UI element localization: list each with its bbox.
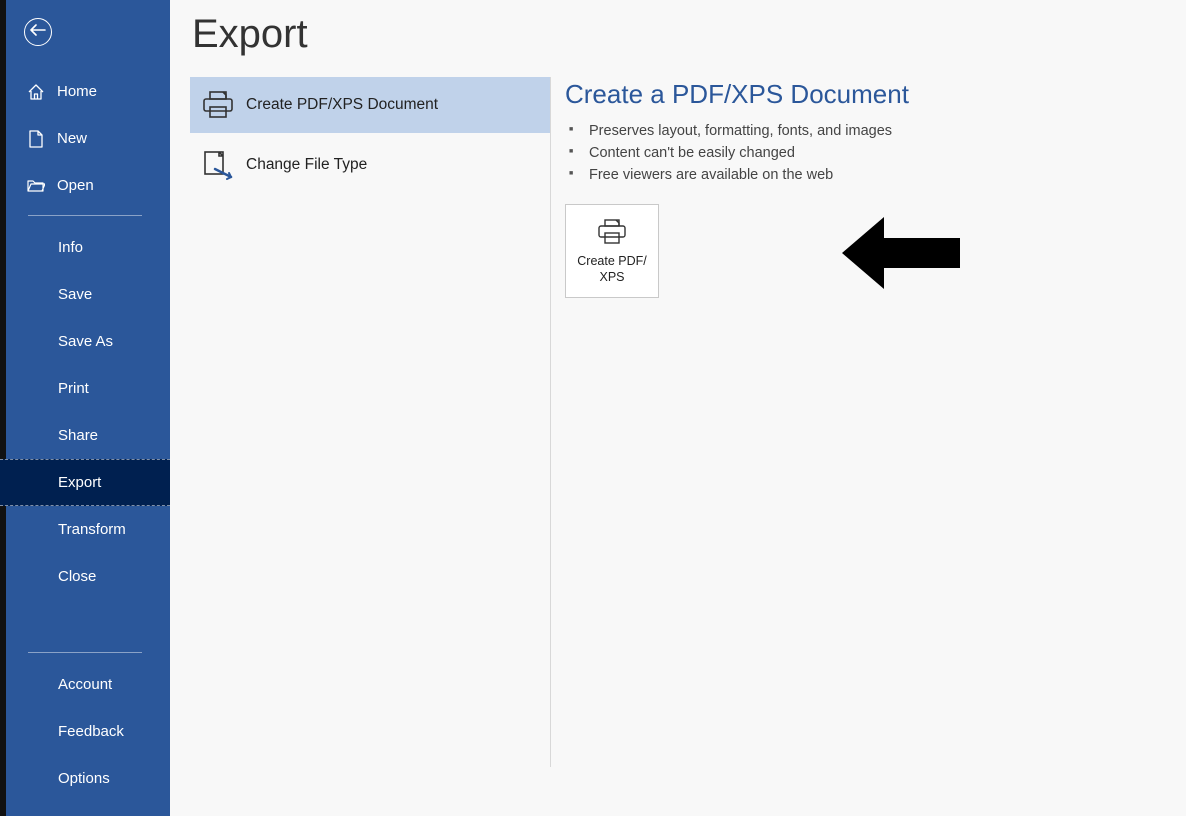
sidebar-item-account[interactable]: Account (0, 661, 170, 708)
sidebar-item-label: Print (58, 380, 89, 397)
sidebar-item-share[interactable]: Share (0, 412, 170, 459)
new-doc-icon (27, 130, 45, 148)
sidebar-item-close[interactable]: Close (0, 553, 170, 600)
sidebar-item-save-as[interactable]: Save As (0, 318, 170, 365)
sidebar-item-print[interactable]: Print (0, 365, 170, 412)
detail-bullet: Content can't be easily changed (565, 142, 1186, 164)
main-content: Export Create PDF/XPS Document (170, 0, 1186, 816)
sidebar-item-label: Share (58, 427, 98, 444)
sidebar-item-save[interactable]: Save (0, 271, 170, 318)
sidebar-item-label: Export (58, 474, 101, 491)
printer-icon (595, 216, 629, 248)
folder-open-icon (27, 177, 45, 195)
sidebar-item-label: Home (57, 83, 97, 100)
sidebar-item-label: Feedback (58, 723, 124, 740)
action-button-line2: XPS (599, 270, 624, 286)
detail-title: Create a PDF/XPS Document (565, 79, 1186, 110)
sidebar-item-label: Save As (58, 333, 113, 350)
sidebar-item-feedback[interactable]: Feedback (0, 708, 170, 755)
sidebar-item-label: Save (58, 286, 92, 303)
sidebar-item-transform[interactable]: Transform (0, 506, 170, 553)
sidebar-item-label: Options (58, 770, 110, 787)
annotation-arrow-icon (842, 212, 962, 299)
export-option-label: Create PDF/XPS Document (246, 96, 438, 114)
sidebar-item-open[interactable]: Open (0, 162, 170, 209)
detail-bullets: Preserves layout, formatting, fonts, and… (565, 120, 1186, 186)
sidebar-item-label: Account (58, 676, 112, 693)
change-file-type-icon (200, 147, 236, 183)
sidebar-item-info[interactable]: Info (0, 224, 170, 271)
sidebar-divider (28, 215, 142, 216)
sidebar-item-new[interactable]: New (0, 115, 170, 162)
sidebar-item-options[interactable]: Options (0, 755, 170, 802)
detail-pane: Create a PDF/XPS Document Preserves layo… (565, 77, 1186, 767)
backstage-sidebar: Home New Open Info Save Save As Print Sh… (0, 0, 170, 816)
sidebar-item-label: Close (58, 568, 96, 585)
sidebar-item-label: New (57, 130, 87, 147)
sidebar-item-label: Transform (58, 521, 126, 538)
printer-icon (200, 87, 236, 123)
export-options-list: Create PDF/XPS Document Change File Type (190, 77, 550, 767)
sidebar-item-export[interactable]: Export (0, 459, 170, 506)
detail-bullet: Free viewers are available on the web (565, 164, 1186, 186)
action-button-line1: Create PDF/ (577, 254, 646, 270)
export-option-create-pdf-xps[interactable]: Create PDF/XPS Document (190, 77, 550, 133)
back-button[interactable] (24, 18, 52, 46)
sidebar-item-label: Info (58, 239, 83, 256)
export-option-label: Change File Type (246, 156, 367, 174)
export-option-change-file-type[interactable]: Change File Type (190, 137, 550, 193)
back-arrow-icon (30, 23, 46, 41)
sidebar-item-label: Open (57, 177, 94, 194)
sidebar-item-home[interactable]: Home (0, 68, 170, 115)
sidebar-divider (28, 652, 142, 653)
home-icon (27, 83, 45, 101)
page-title: Export (192, 12, 1186, 57)
create-pdf-xps-button[interactable]: Create PDF/ XPS (565, 204, 659, 298)
detail-bullet: Preserves layout, formatting, fonts, and… (565, 120, 1186, 142)
vertical-divider (550, 77, 551, 767)
